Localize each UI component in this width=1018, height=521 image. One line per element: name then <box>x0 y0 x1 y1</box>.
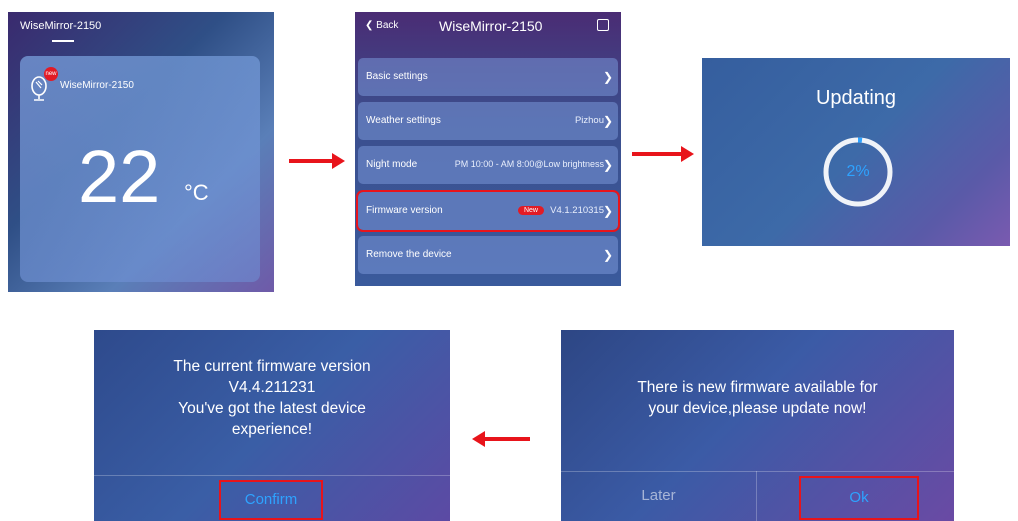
row-label: Weather settings <box>366 115 441 126</box>
message-line: The current firmware version <box>173 358 371 375</box>
row-label: Night mode <box>366 159 418 170</box>
settings-screen: ❮ Back WiseMirror-2150 Basic settings ❯ … <box>355 12 621 286</box>
update-available-dialog: There is new firmware available for your… <box>561 330 954 521</box>
new-badge: New <box>517 206 544 215</box>
settings-title: WiseMirror-2150 <box>439 18 543 34</box>
card-device-name: WiseMirror-2150 <box>60 80 134 91</box>
ok-button[interactable]: Ok <box>799 476 919 520</box>
arrow-right-icon <box>289 153 345 169</box>
device-tab-title[interactable]: WiseMirror-2150 <box>20 20 101 32</box>
temperature-value: 22 <box>78 135 161 218</box>
divider-vertical <box>756 471 757 521</box>
message-line: There is new firmware available for <box>637 379 878 396</box>
row-weather-settings[interactable]: Weather settings Pizhou ❯ <box>358 102 618 140</box>
back-button[interactable]: ❮ Back <box>365 20 398 31</box>
updating-title: Updating <box>815 87 897 109</box>
row-label: Basic settings <box>366 71 428 82</box>
chevron-right-icon: ❯ <box>602 158 613 172</box>
chevron-right-icon: ❯ <box>602 70 613 84</box>
row-label: Remove the device <box>366 249 452 260</box>
row-value: V4.1.210315 <box>550 205 604 216</box>
confirm-button[interactable]: Confirm <box>219 480 323 520</box>
home-screen: WiseMirror-2150 new WiseMirror-2150 22 °… <box>8 12 274 292</box>
row-basic-settings[interactable]: Basic settings ❯ <box>358 58 618 96</box>
arrow-right-icon <box>632 146 694 162</box>
edit-icon[interactable] <box>597 19 609 31</box>
message-line: experience! <box>231 421 313 438</box>
updating-screen: Updating 2% <box>702 58 1010 246</box>
mirror-icon <box>31 76 47 101</box>
message-line: your device,please update now! <box>648 400 867 417</box>
arrow-left-icon <box>472 431 530 447</box>
progress-percent: 2% <box>846 163 870 180</box>
latest-firmware-dialog: The current firmware version V4.4.211231… <box>94 330 450 521</box>
row-value: PM 10:00 - AM 8:00@Low brightness <box>454 159 604 169</box>
dialog-message: There is new firmware available for your… <box>561 377 954 419</box>
temperature-unit: °C <box>184 180 209 205</box>
row-remove-device[interactable]: Remove the device ❯ <box>358 236 618 274</box>
chevron-right-icon: ❯ <box>602 248 613 262</box>
row-night-mode[interactable]: Night mode PM 10:00 - AM 8:00@Low bright… <box>358 146 618 184</box>
chevron-right-icon: ❯ <box>602 114 613 128</box>
divider <box>94 475 450 476</box>
row-label: Firmware version <box>366 205 443 216</box>
tab-underline <box>52 40 74 42</box>
message-line: You've got the latest device <box>178 400 366 417</box>
firmware-version-text: V4.4.211231 <box>228 379 316 396</box>
chevron-right-icon: ❯ <box>602 204 613 218</box>
row-value: Pizhou <box>574 115 604 126</box>
row-firmware-version[interactable]: Firmware version New V4.1.210315 ❯ <box>356 190 620 232</box>
later-button[interactable]: Later <box>561 471 756 521</box>
new-badge: new <box>44 67 58 81</box>
back-label: Back <box>376 20 399 31</box>
dialog-message: The current firmware version V4.4.211231… <box>94 356 450 440</box>
